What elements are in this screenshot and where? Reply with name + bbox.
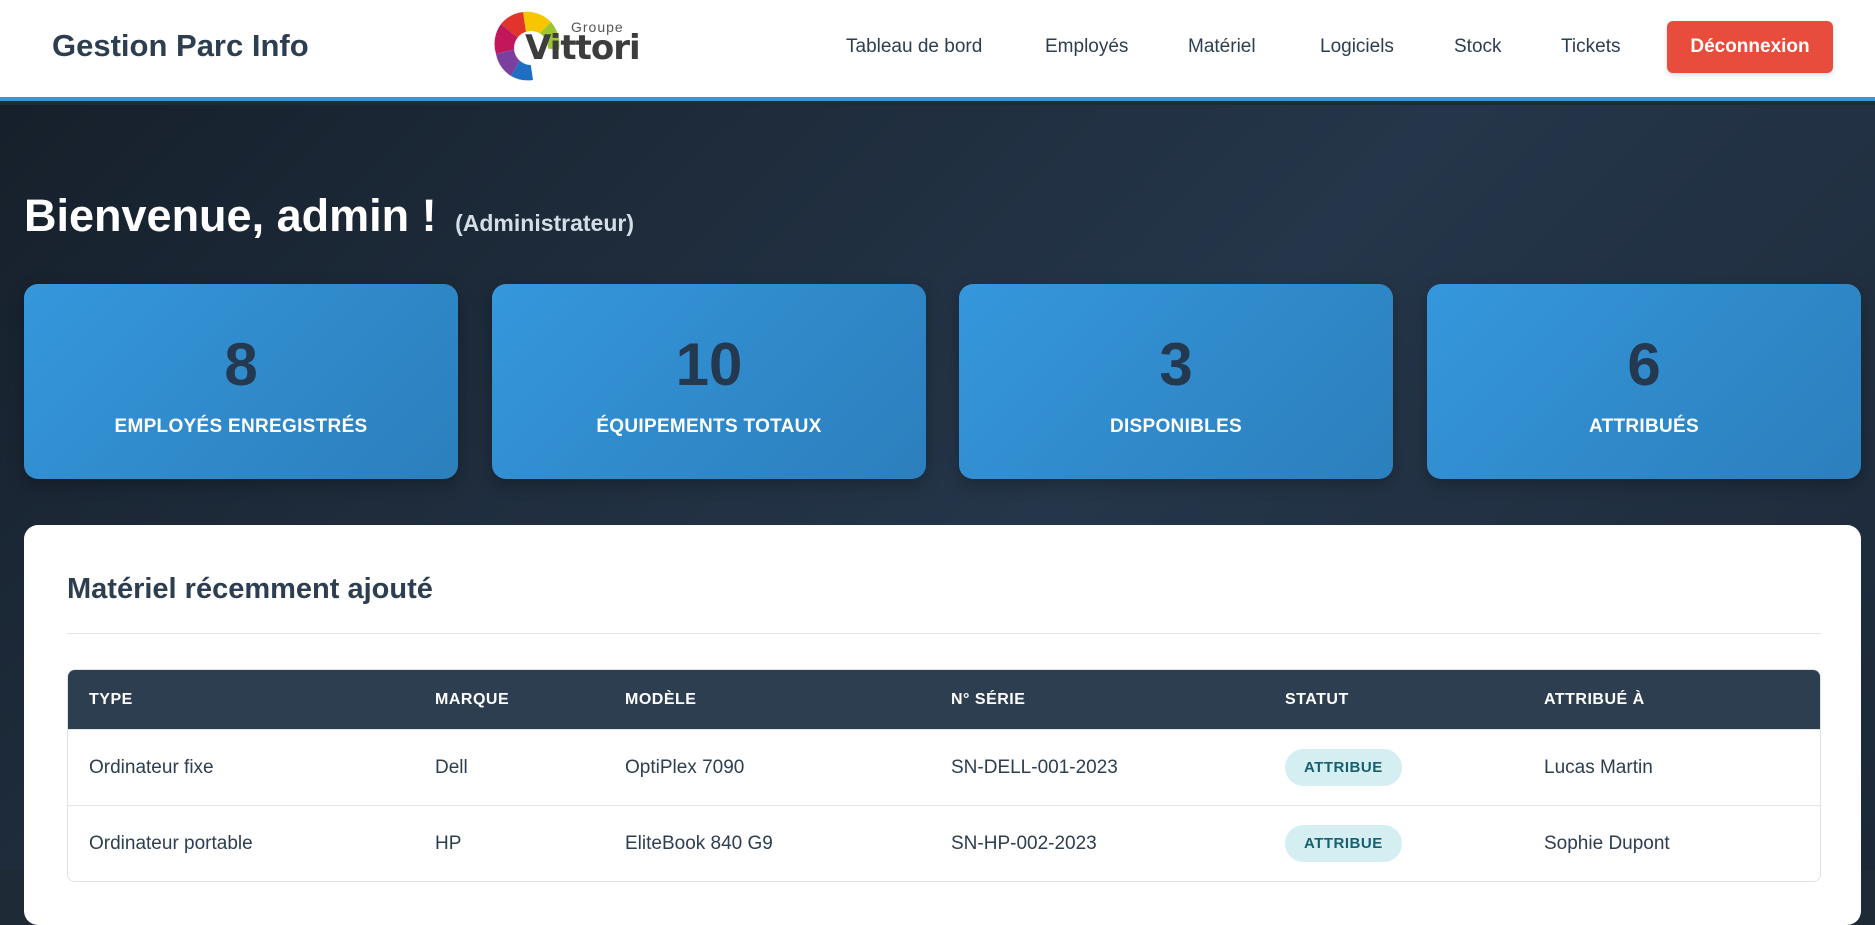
stat-card-employes: 8 EMPLOYÉS ENREGISTRÉS	[24, 284, 458, 479]
nav-tickets[interactable]: Tickets	[1561, 36, 1620, 58]
logout-button[interactable]: Déconnexion	[1667, 21, 1833, 73]
cell-serie: SN-DELL-001-2023	[951, 757, 1118, 778]
cell-type: Ordinateur fixe	[89, 757, 214, 778]
column-header-type[interactable]: TYPE	[89, 691, 133, 709]
cell-attribue: Sophie Dupont	[1544, 833, 1670, 854]
welcome-heading: Bienvenue, admin ! (Administrateur)	[24, 190, 634, 242]
column-header-marque[interactable]: MARQUE	[435, 691, 509, 709]
stat-label: EMPLOYÉS ENREGISTRÉS	[114, 416, 368, 437]
nav-stock[interactable]: Stock	[1454, 36, 1502, 58]
stat-card-disponibles: 3 DISPONIBLES	[959, 284, 1393, 479]
stat-value: 10	[675, 331, 743, 398]
nav-materiel[interactable]: Matériel	[1188, 36, 1256, 58]
stat-value: 3	[1159, 331, 1193, 398]
stat-value: 8	[224, 331, 258, 398]
panel-title: Matériel récemment ajouté	[67, 573, 433, 605]
table-header: TYPE MARQUE MODÈLE N° SÉRIE STATUT ATTRI…	[68, 670, 1820, 729]
welcome-greeting: Bienvenue, admin !	[24, 190, 437, 241]
nav-tableau-de-bord[interactable]: Tableau de bord	[846, 36, 982, 58]
cell-modele: OptiPlex 7090	[625, 757, 745, 778]
user-role: (Administrateur)	[455, 210, 635, 236]
stat-label: ATTRIBUÉS	[1588, 416, 1699, 437]
nav-employes[interactable]: Employés	[1045, 36, 1128, 58]
column-header-modele[interactable]: MODÈLE	[625, 691, 696, 709]
stat-card-equipements: 10 ÉQUIPEMENTS TOTAUX	[492, 284, 926, 479]
column-header-attribue[interactable]: ATTRIBUÉ À	[1544, 691, 1645, 709]
status-badge: ATTRIBUE	[1285, 825, 1402, 862]
cell-type: Ordinateur portable	[89, 833, 253, 854]
cell-marque: HP	[435, 833, 462, 854]
stat-value: 6	[1627, 331, 1661, 398]
nav-logiciels[interactable]: Logiciels	[1320, 36, 1394, 58]
panel-divider	[67, 633, 1821, 634]
top-navbar: Gestion Parc Info Groupe Vittori Tableau…	[0, 0, 1875, 101]
stat-label: DISPONIBLES	[1109, 416, 1243, 437]
logo-name-text: Vittori	[525, 28, 641, 68]
column-header-statut[interactable]: STATUT	[1285, 691, 1349, 709]
cell-attribue: Lucas Martin	[1544, 757, 1653, 778]
column-header-serie[interactable]: N° SÉRIE	[951, 691, 1025, 709]
cell-modele: EliteBook 840 G9	[625, 833, 773, 854]
cell-serie: SN-HP-002-2023	[951, 833, 1097, 854]
table-row[interactable]: Ordinateur fixe Dell OptiPlex 7090 SN-DE…	[68, 729, 1820, 805]
stat-label: ÉQUIPEMENTS TOTAUX	[596, 416, 822, 437]
dashboard-content: Bienvenue, admin ! (Administrateur) 8 EM…	[0, 105, 1875, 925]
equipment-table: TYPE MARQUE MODÈLE N° SÉRIE STATUT ATTRI…	[67, 669, 1821, 882]
app-brand[interactable]: Gestion Parc Info	[52, 28, 309, 64]
stat-card-attribues: 6 ATTRIBUÉS	[1427, 284, 1861, 479]
vittori-logo: Groupe Vittori	[493, 10, 641, 82]
recent-equipment-panel: Matériel récemment ajouté TYPE MARQUE MO…	[24, 525, 1861, 925]
cell-marque: Dell	[435, 757, 468, 778]
status-badge: ATTRIBUE	[1285, 749, 1402, 786]
